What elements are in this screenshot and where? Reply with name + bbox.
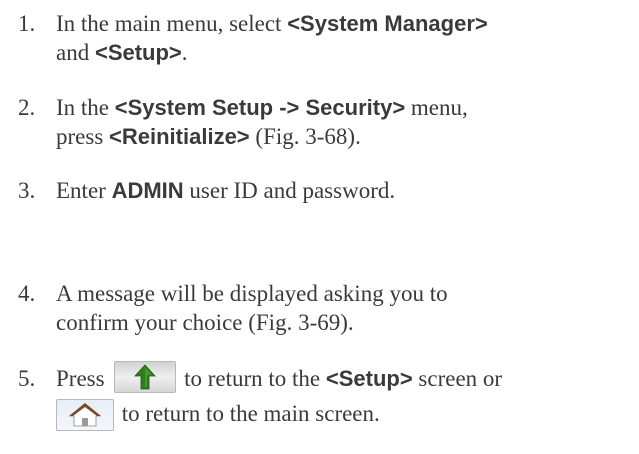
- menu-item-name: <System Manager>: [287, 11, 488, 36]
- step-number: 5.: [18, 366, 36, 391]
- text-run: Press: [56, 366, 111, 391]
- text-run: screen or: [412, 366, 503, 391]
- user-id-name: ADMIN: [111, 178, 184, 203]
- home-icon: [56, 399, 114, 432]
- text-run: to return to the main screen.: [116, 400, 380, 426]
- text-run: to return to the: [178, 366, 326, 391]
- button-name: <Reinitialize>: [109, 124, 250, 149]
- menu-item-name: <Setup>: [94, 40, 182, 65]
- step-text: In the main menu, select <System Manager…: [56, 9, 633, 67]
- text-run: Enter: [56, 178, 112, 203]
- step-number: 3.: [18, 178, 36, 203]
- step-1: 1. In the main menu, select <System Mana…: [18, 9, 633, 67]
- text-run: press: [56, 124, 110, 149]
- text-run: .: [181, 40, 188, 65]
- text-run: A message will be displayed asking you t…: [56, 281, 448, 306]
- step-number: 2.: [18, 95, 36, 120]
- menu-path: <System Setup -> Security>: [114, 95, 406, 120]
- step-2: 2. In the <System Setup -> Security> men…: [18, 93, 633, 151]
- text-run: menu,: [405, 95, 468, 120]
- step-3: 3. Enter ADMIN user ID and password.: [18, 176, 633, 205]
- step-text: A message will be displayed asking you t…: [56, 279, 633, 337]
- step-number: 4.: [18, 281, 36, 306]
- screen-name: <Setup>: [325, 366, 413, 391]
- step-number: 1.: [18, 11, 36, 36]
- step-text: In the <System Setup -> Security> menu, …: [56, 93, 633, 151]
- step-4: 4. A message will be displayed asking yo…: [18, 279, 633, 337]
- step-text: Enter ADMIN user ID and password.: [56, 176, 633, 205]
- text-run: user ID and password.: [183, 178, 396, 203]
- text-run: confirm your choice (Fig. 3-69).: [56, 310, 354, 335]
- up-arrow-icon: [114, 360, 177, 393]
- text-run: In the main menu, select: [56, 11, 288, 36]
- text-run: In the: [56, 95, 115, 120]
- step-5: 5. Press to return to the <Setup> screen…: [18, 360, 633, 432]
- text-run: and: [56, 40, 95, 65]
- step-text: Press to return to the <Setup> screen or…: [56, 360, 633, 432]
- text-run: (Fig. 3-68).: [249, 124, 361, 149]
